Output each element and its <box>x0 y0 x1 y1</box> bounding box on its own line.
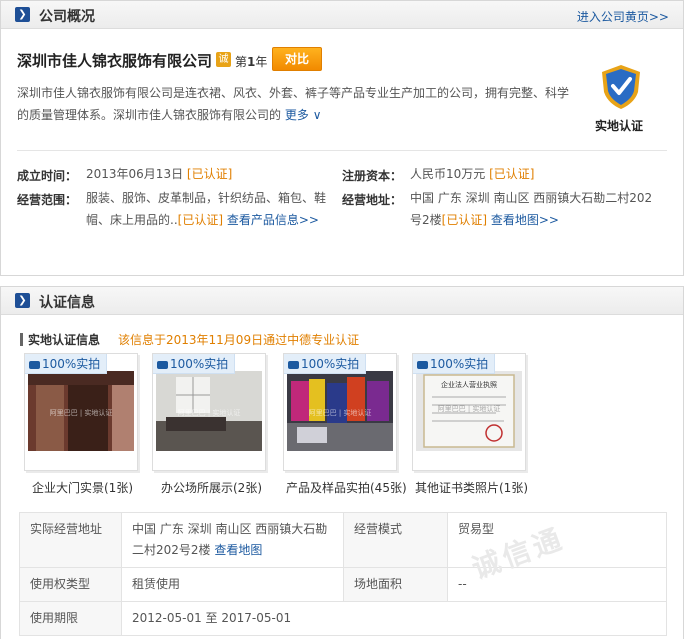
company-overview-panel: ❯ 公司概况 进入公司黄页>> <box>0 0 684 276</box>
certificate-doc-title: 企业法人营业执照 <box>441 380 497 389</box>
verified-badge: [已认证] <box>186 167 233 181</box>
table-key: 使用期限 <box>19 601 122 636</box>
divider <box>17 150 667 151</box>
office-photo: 阿里巴巴 | 实地认证 <box>156 371 262 451</box>
cert-header: ❯ 认证信息 <box>1 287 683 315</box>
table-value: 中国 广东 深圳 南山区 西丽镇大石勘二村202号2楼 查看地图 <box>121 512 344 568</box>
overview-header: ❯ 公司概况 进入公司黄页>> <box>1 1 683 29</box>
real-shot-tag: 100%实拍 <box>413 354 496 374</box>
photo-card-products[interactable]: 阿里巴巴 | 实地认证 100%实拍 <box>283 353 397 471</box>
watermark: 阿里巴巴 | 实地认证 <box>309 408 372 417</box>
photo-card-gate[interactable]: 阿里巴巴 | 实地认证 100%实拍 <box>24 353 138 471</box>
company-homepage-link[interactable]: 进入公司黄页>> <box>577 8 669 25</box>
table-key: 场地面积 <box>343 567 448 602</box>
table-row: 使用期限 2012-05-01 至 2017-05-01 <box>19 601 667 636</box>
photo-caption[interactable]: 其他证书类照片(1张) <box>415 479 528 496</box>
scope-label: 经营范围： <box>17 193 78 207</box>
chevron-right-icon: ❯ <box>15 7 30 22</box>
company-name[interactable]: 深圳市佳人锦衣服饰有限公司 <box>17 50 212 71</box>
table-row: 实际经营地址 中国 广东 深圳 南山区 西丽镇大石勘二村202号2楼 查看地图 … <box>19 512 667 568</box>
certificate-photo: 企业法人营业执照 阿里巴巴 | 实地认证 <box>416 371 522 451</box>
founded-label: 成立时间： <box>17 169 78 183</box>
chengxin-icon: 诚 <box>216 52 231 67</box>
camera-icon <box>417 360 428 369</box>
watermark: 阿里巴巴 | 实地认证 <box>438 404 501 413</box>
real-shot-tag: 100%实拍 <box>284 354 367 374</box>
camera-icon <box>29 360 40 369</box>
verified-badge: [已认证] <box>177 213 224 227</box>
products-photo: 阿里巴巴 | 实地认证 <box>287 371 393 451</box>
gate-photo: 阿里巴巴 | 实地认证 <box>28 371 134 451</box>
photo-caption[interactable]: 办公场所展示(2张) <box>161 479 262 496</box>
capital-label: 注册资本： <box>342 169 403 183</box>
table-row: 使用权类型 租赁使用 场地面积 -- <box>19 567 667 602</box>
table-value: 2012-05-01 至 2017-05-01 <box>121 601 667 636</box>
cert-details-table: 实际经营地址 中国 广东 深圳 南山区 西丽镇大石勘二村202号2楼 查看地图 … <box>19 512 667 636</box>
table-key: 实际经营地址 <box>19 512 122 568</box>
real-shot-tag: 100%实拍 <box>153 354 236 374</box>
watermark: 阿里巴巴 | 实地认证 <box>178 408 241 417</box>
photo-card-office[interactable]: 阿里巴巴 | 实地认证 100%实拍 <box>152 353 266 471</box>
scope-value: 服装、服饰、皮革制品，针织纺品、箱包、鞋帽、床上用品的..[已认证] 查看产品信… <box>86 191 327 227</box>
real-shot-tag: 100%实拍 <box>25 354 108 374</box>
founded-value: 2013年06月13日 [已认证] <box>86 167 233 181</box>
cert-title: 认证信息 <box>39 295 95 311</box>
overview-title: 公司概况 <box>39 9 95 25</box>
onsite-cert-label: 实地认证 <box>595 119 644 133</box>
shield-icon <box>602 65 640 109</box>
table-key: 经营模式 <box>343 512 448 568</box>
verified-badge: [已认证] <box>441 213 488 227</box>
table-value: 租赁使用 <box>121 567 344 602</box>
capital-value: 人民币10万元 [已认证] <box>410 167 535 181</box>
view-map-link[interactable]: 查看地图 <box>214 543 262 557</box>
chevron-down-icon: ∨ <box>312 108 322 122</box>
address-label: 经营地址： <box>342 193 403 207</box>
photo-card-certificate[interactable]: 企业法人营业执照 阿里巴巴 | 实地认证 100%实拍 <box>412 353 526 471</box>
company-description: 深圳市佳人锦衣服饰有限公司是连衣裙、风衣、外套、裤子等产品专业生产加工的公司，拥… <box>17 86 570 122</box>
chevron-right-icon: ❯ <box>15 293 30 308</box>
camera-icon <box>288 360 299 369</box>
section-marker <box>20 333 23 346</box>
photo-caption[interactable]: 企业大门实景(1张) <box>32 479 133 496</box>
watermark: 阿里巴巴 | 实地认证 <box>50 408 113 417</box>
table-key: 使用权类型 <box>19 567 122 602</box>
more-link[interactable]: 更多 ∨ <box>285 108 322 122</box>
view-products-link[interactable]: 查看产品信息>> <box>227 213 319 227</box>
verified-badge: [已认证] <box>489 167 535 181</box>
membership-years: 第1年 <box>235 55 268 69</box>
address-value: 中国 广东 深圳 南山区 西丽镇大石勘二村202号2楼[已认证] 查看地图>> <box>410 191 653 227</box>
compare-button[interactable]: 对比 <box>272 47 322 71</box>
section-title: 实地认证信息 <box>28 333 101 347</box>
cert-note: 该信息于2013年11月09日通过中德专业认证 <box>118 333 360 347</box>
camera-icon <box>157 360 168 369</box>
view-map-link[interactable]: 查看地图>> <box>491 213 559 227</box>
photo-caption[interactable]: 产品及样品实拍(45张) <box>286 479 407 496</box>
